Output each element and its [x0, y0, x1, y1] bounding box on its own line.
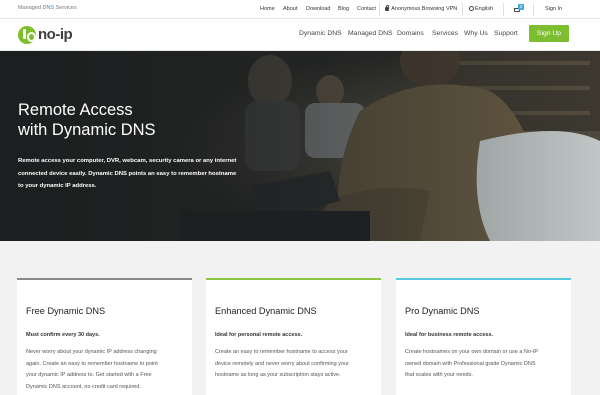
divider: [462, 3, 463, 16]
hero-title: Remote Access with Dynamic DNS: [18, 100, 156, 140]
plan-description: Never worry about your dynamic IP addres…: [26, 347, 186, 393]
top-links: Home About Download Blog Contact Anonymo…: [0, 0, 600, 19]
plan-title: Free Dynamic DNS: [26, 306, 106, 316]
top-link-home[interactable]: Home: [260, 6, 275, 12]
cart-button[interactable]: 0: [514, 4, 526, 15]
plan-title: Pro Dynamic DNS: [405, 306, 480, 316]
nav-support[interactable]: Support: [494, 30, 518, 37]
language-label: English: [475, 6, 494, 12]
top-link-about[interactable]: About: [283, 6, 297, 12]
nav-services[interactable]: Services: [432, 30, 458, 37]
top-link-contact[interactable]: Contact: [357, 6, 376, 12]
signup-button[interactable]: Sign Up: [529, 25, 569, 42]
vpn-label: Anonymous Browsing VPN: [391, 6, 458, 12]
logo-text: no-ip: [38, 26, 73, 43]
plan-subtitle: Must confirm every 30 days.: [26, 332, 100, 338]
plan-description-line: that scales with your needs.: [405, 372, 473, 379]
plan-subtitle: Ideal for personal remote access.: [215, 332, 303, 338]
nav-domains[interactable]: Domains: [397, 30, 424, 37]
noip-logo-icon: [18, 26, 36, 44]
hero-banner: Remote Access with Dynamic DNS Remote ac…: [0, 51, 600, 241]
plan-description: Create an easy to remember hostname to a…: [215, 347, 375, 382]
globe-icon: [469, 6, 474, 11]
plan-card-pro[interactable]: Pro Dynamic DNS Ideal for business remot…: [396, 278, 571, 395]
divider: [533, 3, 534, 16]
plan-description-line: Create hostnames on your own domain or u…: [405, 349, 538, 355]
plan-card-free[interactable]: Free Dynamic DNS Must confirm every 30 d…: [17, 278, 192, 395]
plan-description-line: hostname as long as your subscription st…: [215, 372, 341, 379]
plans-section: Free Dynamic DNS Must confirm every 30 d…: [0, 241, 600, 395]
plan-title: Enhanced Dynamic DNS: [215, 306, 317, 316]
divider: [379, 3, 380, 16]
plan-description-line: Dynamic DNS account, no credit card requ…: [26, 383, 141, 390]
plan-description-line: Never worry about your dynamic IP addres…: [26, 349, 157, 355]
top-utility-bar: Managed DNS Services Home About Download…: [0, 0, 600, 19]
nav-dynamic-dns[interactable]: Dynamic DNS: [299, 30, 342, 37]
signin-link[interactable]: Sign In: [545, 6, 562, 12]
nav-managed-dns[interactable]: Managed DNS: [348, 30, 393, 37]
plan-description-line: owned domain with Professional grade Dyn…: [405, 360, 536, 367]
vpn-link[interactable]: Anonymous Browsing VPN: [385, 4, 458, 12]
plan-description-line: your dynamic IP address to. Get started …: [26, 372, 152, 379]
language-selector[interactable]: English: [469, 6, 493, 12]
nav-why-us[interactable]: Why Us: [464, 30, 488, 37]
top-link-blog[interactable]: Blog: [338, 6, 349, 12]
plan-description-line: device remotely and never worry about co…: [215, 360, 349, 367]
hero-title-line2: with Dynamic DNS: [18, 121, 156, 139]
lock-icon: [385, 4, 389, 11]
hero-background-photo: [0, 51, 600, 241]
plan-card-enhanced[interactable]: Enhanced Dynamic DNS Ideal for personal …: [206, 278, 381, 395]
main-navbar: no-ip Dynamic DNS Managed DNS Domains Se…: [0, 19, 600, 51]
plan-description-line: again. Create an easy to remember hostna…: [26, 360, 158, 367]
divider: [503, 3, 504, 16]
top-link-download[interactable]: Download: [306, 6, 330, 12]
plan-description-line: Create an easy to remember hostname to a…: [215, 349, 348, 355]
plan-subtitle: Ideal for business remote access.: [405, 332, 494, 338]
hero-title-line1: Remote Access: [18, 101, 133, 119]
plan-description: Create hostnames on your own domain or u…: [405, 347, 565, 382]
cart-count-badge: 0: [518, 4, 524, 10]
hero-description: Remote access your computer, DVR, webcam…: [18, 158, 237, 190]
